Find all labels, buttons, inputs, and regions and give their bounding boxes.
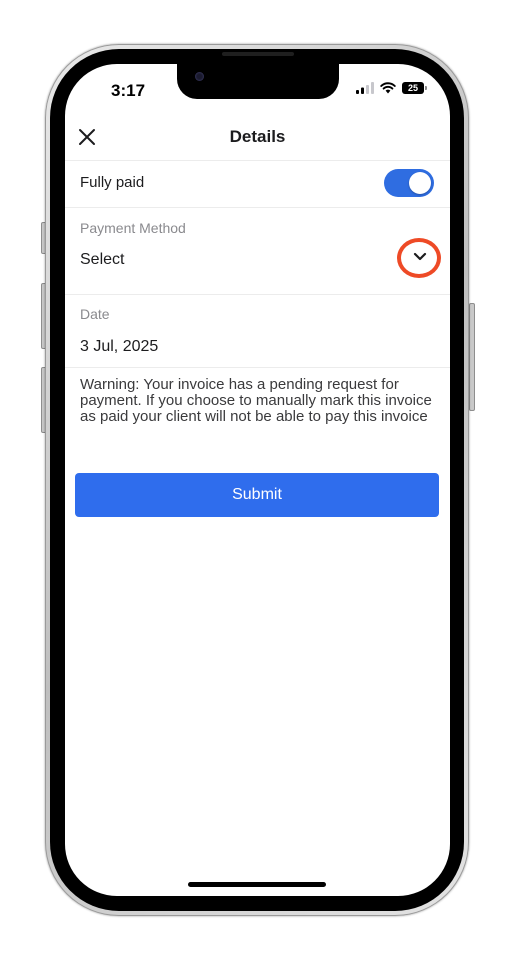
wifi-icon	[380, 82, 396, 94]
payment-method-label: Payment Method	[80, 220, 186, 236]
notch	[177, 64, 339, 99]
toggle-knob	[409, 172, 431, 194]
warning-text: Warning: Your invoice has a pending requ…	[80, 376, 432, 425]
phone-mockup: 3:17 25 Details Fully paid Payment Metho…	[0, 0, 515, 960]
fully-paid-label: Fully paid	[80, 174, 145, 191]
date-value: 3 Jul, 2025	[80, 338, 159, 355]
battery-icon: 25	[402, 82, 427, 94]
phone-screen: 3:17 25 Details Fully paid Payment Metho…	[65, 64, 450, 896]
status-icons: 25	[356, 82, 427, 94]
header-bar: Details	[65, 116, 450, 161]
payment-method-row[interactable]: Payment Method Select	[65, 208, 450, 295]
date-label: Date	[80, 306, 110, 322]
signal-icon	[356, 82, 374, 94]
power-button	[469, 303, 475, 411]
fully-paid-row: Fully paid	[65, 161, 450, 208]
camera-icon	[195, 72, 204, 81]
payment-method-value: Select	[80, 251, 125, 268]
fully-paid-toggle[interactable]	[384, 169, 434, 197]
date-row[interactable]: Date 3 Jul, 2025	[65, 295, 450, 368]
home-indicator	[188, 882, 326, 887]
speaker-grille	[222, 52, 294, 56]
chevron-down-icon[interactable]	[413, 252, 427, 262]
status-time: 3:17	[111, 81, 146, 100]
page-title: Details	[229, 127, 286, 146]
submit-button[interactable]: Submit	[75, 473, 439, 517]
